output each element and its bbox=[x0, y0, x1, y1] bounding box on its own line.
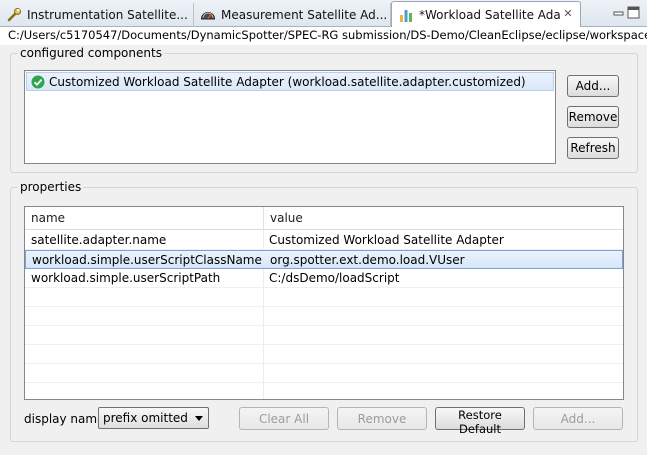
property-value[interactable]: org.spotter.ext.demo.load.VUser bbox=[264, 251, 623, 269]
configured-components-title: configured components bbox=[18, 45, 164, 61]
close-icon[interactable]: ✕ bbox=[562, 8, 574, 20]
restore-default-button[interactable]: Restore Default bbox=[435, 407, 525, 436]
table-row-empty bbox=[25, 288, 623, 307]
table-header: name value bbox=[25, 207, 623, 230]
bar-chart-icon bbox=[400, 10, 412, 22]
table-row[interactable]: satellite.adapter.name Customized Worklo… bbox=[25, 231, 623, 250]
tab-label: Instrumentation Satellite... bbox=[27, 8, 188, 22]
table-row[interactable]: workload.simple.userScriptPath C:/dsDemo… bbox=[25, 269, 623, 288]
table-row-empty bbox=[25, 345, 623, 364]
clear-all-button[interactable]: Clear All bbox=[239, 407, 329, 430]
tab-workload-satellite[interactable]: *Workload Satellite Adap... ✕ bbox=[391, 1, 581, 28]
component-label: Customized Workload Satellite Adapter (w… bbox=[49, 74, 526, 89]
column-header-name[interactable]: name bbox=[25, 207, 263, 230]
wrench-icon bbox=[7, 8, 21, 22]
property-name: workload.simple.userScriptPath bbox=[31, 271, 221, 285]
tab-measurement-satellite[interactable]: Measurement Satellite Ad... bbox=[194, 3, 391, 27]
properties-table[interactable]: name value satellite.adapter.name Custom… bbox=[24, 206, 624, 400]
refresh-button[interactable]: Refresh bbox=[567, 137, 619, 159]
file-path: C:/Users/c5170547/Documents/DynamicSpott… bbox=[0, 27, 647, 45]
tab-label: Measurement Satellite Ad... bbox=[221, 8, 388, 22]
gauge-icon bbox=[200, 12, 216, 20]
display-name-label: display name bbox=[24, 412, 105, 426]
minimize-maximize-icon[interactable] bbox=[613, 6, 641, 20]
table-row-empty bbox=[25, 364, 623, 383]
add-component-button[interactable]: Add... bbox=[567, 75, 619, 97]
component-list[interactable]: Customized Workload Satellite Adapter (w… bbox=[24, 70, 556, 164]
table-row-empty bbox=[25, 326, 623, 345]
display-name-value: prefix omitted bbox=[103, 411, 188, 425]
list-item[interactable]: Customized Workload Satellite Adapter (w… bbox=[26, 72, 554, 91]
property-name: satellite.adapter.name bbox=[31, 233, 167, 247]
remove-component-button[interactable]: Remove bbox=[567, 106, 619, 128]
chevron-down-icon bbox=[195, 416, 203, 421]
remove-property-button[interactable]: Remove bbox=[337, 407, 427, 430]
column-header-value[interactable]: value bbox=[263, 207, 623, 230]
properties-title: properties bbox=[18, 179, 84, 195]
check-icon bbox=[31, 75, 45, 88]
property-value[interactable]: C:/dsDemo/loadScript bbox=[263, 269, 623, 287]
tab-label: *Workload Satellite Adap... bbox=[419, 8, 560, 22]
add-property-button[interactable]: Add... bbox=[533, 407, 623, 430]
display-name-select[interactable]: prefix omitted bbox=[98, 407, 209, 429]
property-value[interactable]: Customized Workload Satellite Adapter bbox=[263, 231, 623, 249]
editor-tab-bar: Instrumentation Satellite... Measurement… bbox=[0, 0, 647, 28]
tab-instrumentation-satellite[interactable]: Instrumentation Satellite... bbox=[0, 3, 194, 27]
table-row-selected[interactable]: workload.simple.userScriptClassName org.… bbox=[25, 250, 623, 269]
property-name: workload.simple.userScriptClassName bbox=[32, 253, 262, 267]
table-row-empty bbox=[25, 307, 623, 326]
